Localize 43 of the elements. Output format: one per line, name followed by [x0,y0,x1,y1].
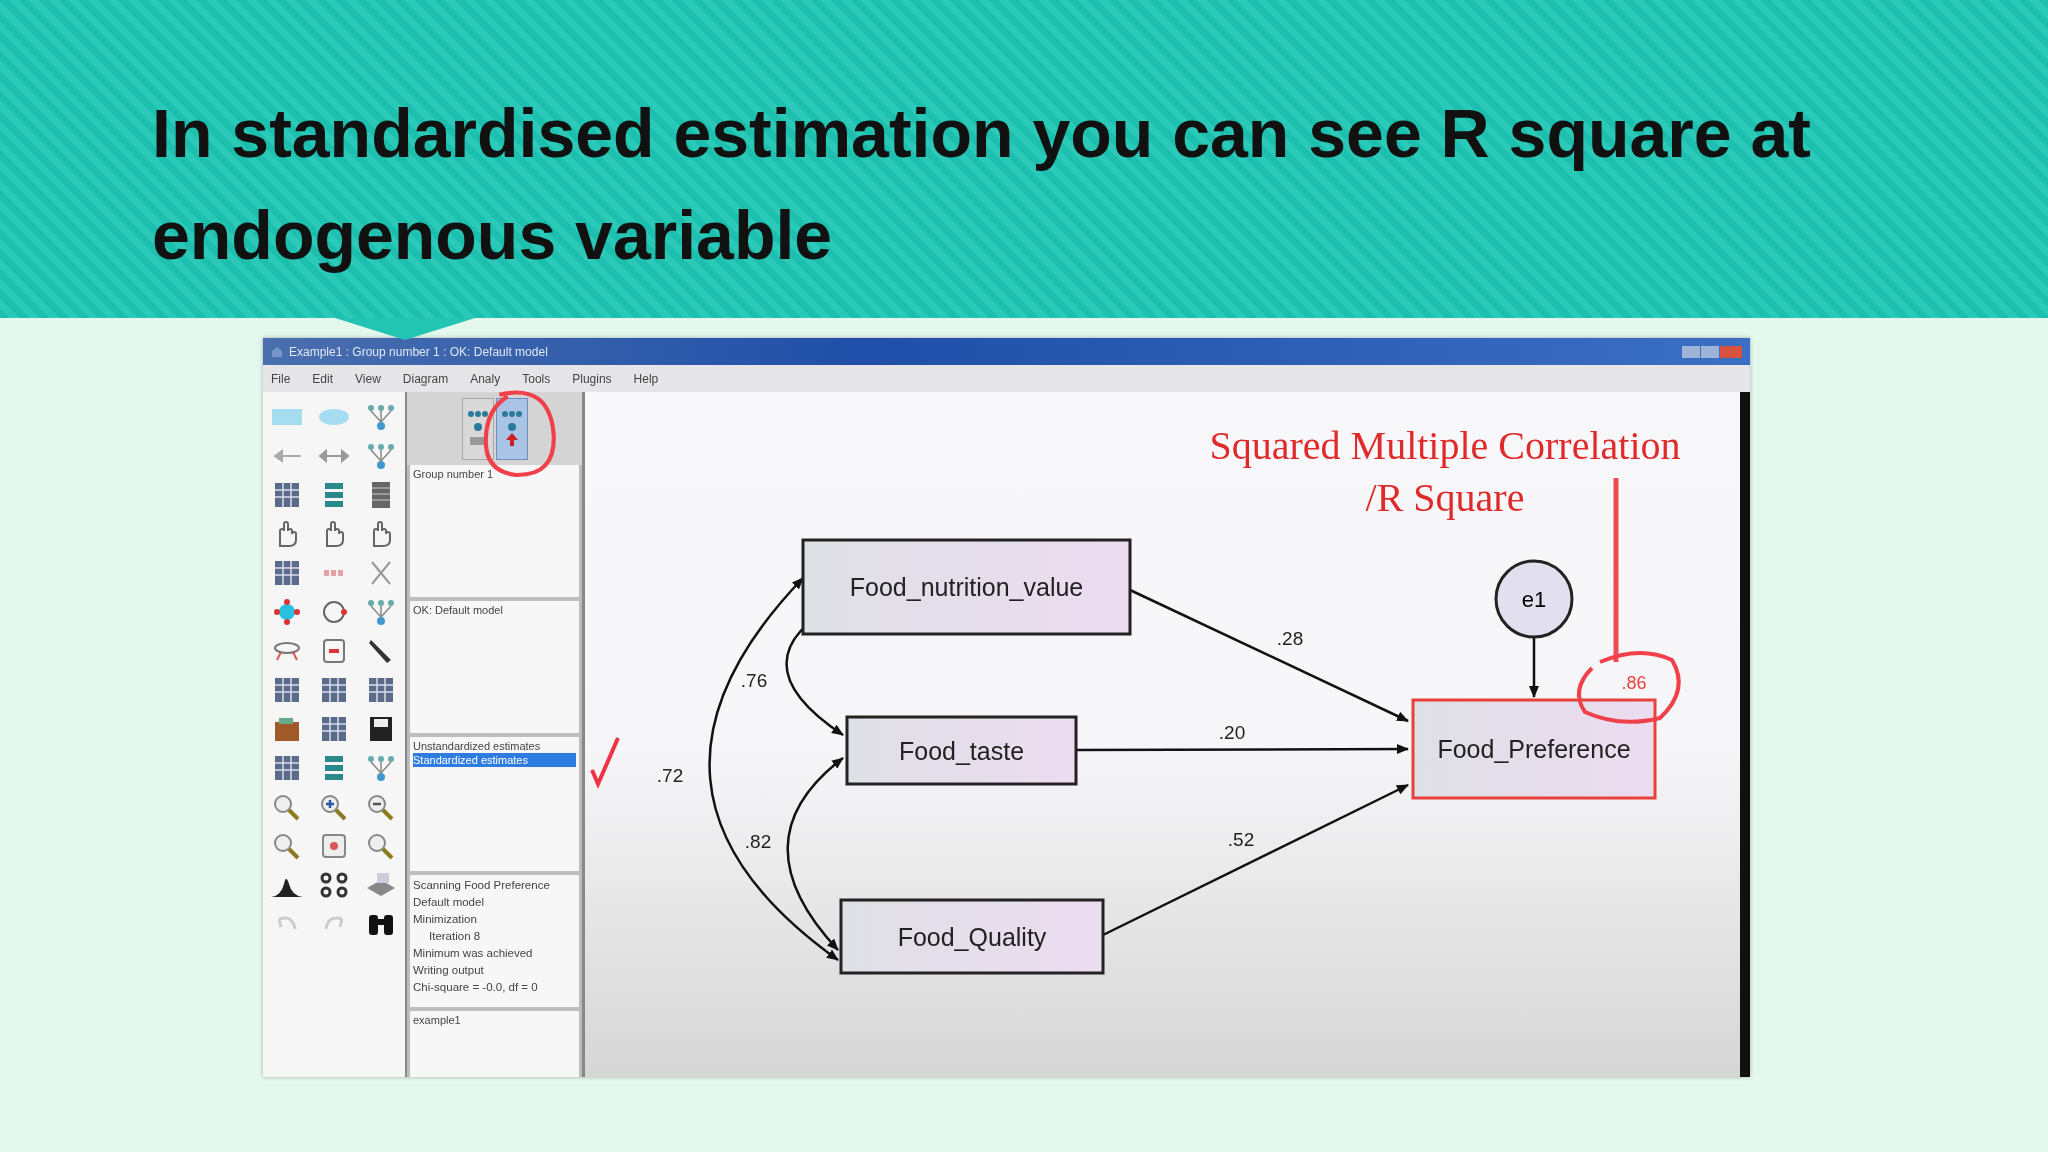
r-square-value: .86 [1621,673,1647,693]
menu-item[interactable]: Diagram [402,371,449,386]
menu-item[interactable]: Tools [522,371,551,386]
log-line: Chi-square = -0.0, df = 0 [413,980,539,995]
path-coefficient: .20 [1218,722,1246,743]
log-line: Writing output [413,963,485,978]
error-arrow [1529,637,1539,698]
log-line: Default model [413,895,485,910]
log-line: Minimization [413,912,478,927]
path-coefficient: .82 [744,831,772,852]
menu-item[interactable]: Edit [312,371,334,386]
variable-box: Food_Quality [839,898,1105,975]
variable-box: Food_Preference [1411,698,1657,800]
app-icon [271,345,283,358]
annotation-text: Squared Multiple Correlation [1209,423,1681,468]
menu-item[interactable]: Help [633,371,659,386]
estimate-option[interactable]: Standardized estimates [413,753,576,767]
path-coefficient: .28 [1276,628,1304,649]
dataset-item[interactable]: example1 [413,1013,576,1027]
log-line: Scanning Food Preference [413,878,551,893]
menu-item[interactable]: Analy [470,371,501,386]
menu-item[interactable]: File [271,371,291,386]
slide-title: In standardised estimation you can see R square at endogenous variable [152,94,1812,275]
window-title: Example1 : Group number 1 : OK: Default model [289,344,548,359]
path-coefficient: .76 [740,670,768,691]
view-toggle-button[interactable] [495,397,528,460]
log-line: Minimum was achieved [413,946,534,961]
path-coefficient: .72 [656,765,684,786]
group-item[interactable]: Group number 1 [413,467,576,481]
path-coefficient: .52 [1227,829,1255,850]
error-circle: e1 [1494,559,1574,639]
model-item[interactable]: OK: Default model [413,603,576,617]
view-toggle-button[interactable] [461,397,494,460]
variable-box: Food_taste [845,715,1078,786]
menu-item[interactable]: View [355,371,381,386]
window-controls-icon[interactable] [1682,344,1742,359]
check-mark [590,737,620,790]
tree-icon [499,408,524,449]
variable-box: Food_nutrition_value [801,538,1132,636]
menu-item[interactable]: Plugins [572,371,612,386]
log-line: Iteration 8 [428,929,482,944]
annotation-text: /R Square [1365,475,1525,520]
estimate-option[interactable]: Unstandardized estimates [413,739,576,753]
